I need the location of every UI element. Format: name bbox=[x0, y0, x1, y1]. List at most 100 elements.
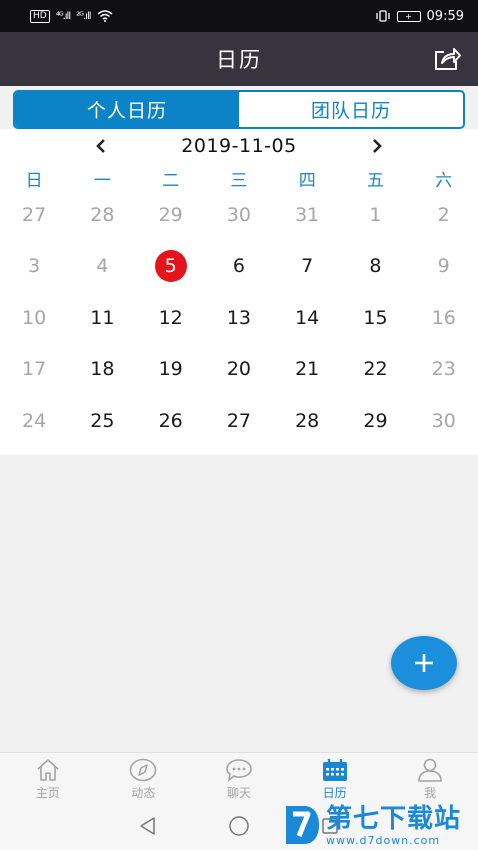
day-number: 8 bbox=[369, 255, 382, 278]
week-row: 27 28 29 30 31 1 2 bbox=[0, 199, 478, 250]
weekday-mon: 一 bbox=[93, 171, 111, 191]
weekday-fri: 五 bbox=[366, 171, 384, 191]
share-button[interactable] bbox=[430, 43, 464, 75]
day-cell[interactable]: 24 bbox=[0, 405, 68, 456]
day-number: 13 bbox=[226, 306, 252, 329]
day-cell[interactable]: 28 bbox=[68, 199, 136, 250]
week-row: 3 4 5 6 7 8 9 bbox=[0, 250, 478, 301]
day-number: 31 bbox=[295, 204, 320, 226]
day-number: 19 bbox=[158, 358, 183, 381]
page-title: 日历 bbox=[216, 48, 262, 72]
signal-4g-icon: ⁴ᴳ.ıll bbox=[55, 10, 71, 22]
day-cell[interactable]: 27 bbox=[0, 199, 68, 250]
day-number: 29 bbox=[158, 204, 183, 226]
back-triangle-icon bbox=[140, 817, 155, 835]
day-number: 6 bbox=[232, 255, 245, 278]
tab-calendar-label: 日历 bbox=[322, 786, 347, 800]
day-cell[interactable]: 3 bbox=[0, 250, 68, 301]
day-number: 3 bbox=[28, 255, 41, 278]
weekday-sun: 日 bbox=[25, 171, 43, 191]
day-number: 20 bbox=[226, 358, 252, 381]
day-number: 25 bbox=[90, 409, 115, 432]
day-cell[interactable]: 29 bbox=[341, 405, 409, 456]
day-cell[interactable]: 2 bbox=[410, 199, 478, 250]
day-cell[interactable]: 30 bbox=[410, 405, 478, 456]
prev-month-button[interactable] bbox=[91, 136, 111, 156]
day-number: 5 bbox=[154, 250, 187, 283]
day-cell[interactable]: 22 bbox=[341, 353, 409, 404]
day-cell[interactable]: 23 bbox=[410, 353, 478, 404]
day-cell[interactable]: 31 bbox=[273, 199, 341, 250]
day-cell[interactable]: 20 bbox=[205, 353, 273, 404]
tab-me-label: 我 bbox=[424, 786, 437, 800]
day-cell[interactable]: 19 bbox=[137, 353, 205, 404]
tab-feed[interactable]: 动态 bbox=[96, 753, 192, 806]
tab-personal-calendar[interactable]: 个人日历 bbox=[15, 92, 239, 127]
day-cell[interactable]: 4 bbox=[68, 250, 136, 301]
day-cell[interactable]: 16 bbox=[410, 302, 478, 353]
day-number: 16 bbox=[431, 306, 456, 329]
day-cell[interactable]: 18 bbox=[68, 353, 136, 404]
chevron-left-icon bbox=[96, 139, 105, 153]
day-cell[interactable]: 29 bbox=[137, 199, 205, 250]
weekday-wed: 三 bbox=[230, 171, 248, 191]
day-cell[interactable]: 10 bbox=[0, 302, 68, 353]
day-cell[interactable]: 21 bbox=[273, 353, 341, 404]
day-cell[interactable]: 7 bbox=[273, 250, 341, 301]
home-circle-icon bbox=[229, 816, 249, 836]
day-cell[interactable]: 12 bbox=[137, 302, 205, 353]
signal-2g-icon: ²ᴳ.ıll bbox=[76, 10, 91, 22]
week-row: 17 18 19 20 21 22 23 bbox=[0, 353, 478, 404]
day-cell[interactable]: 9 bbox=[410, 250, 478, 301]
calendar: 2019-11-05 日 一 二 三 四 五 六 27 28 29 30 31 1 2 3 4 5… bbox=[0, 129, 478, 455]
week-row: 10 11 12 13 14 15 16 bbox=[0, 302, 478, 353]
tab-team-calendar[interactable]: 团队日历 bbox=[239, 92, 463, 127]
day-cell[interactable]: 17 bbox=[0, 353, 68, 404]
day-number: 17 bbox=[22, 358, 47, 381]
next-month-button[interactable] bbox=[367, 136, 387, 156]
nav-home-button[interactable] bbox=[228, 815, 250, 841]
day-cell[interactable]: 6 bbox=[205, 250, 273, 301]
add-event-button[interactable] bbox=[391, 636, 457, 690]
day-cell[interactable]: 26 bbox=[137, 405, 205, 456]
weekday-thu: 四 bbox=[298, 171, 316, 191]
day-cell[interactable]: 1 bbox=[341, 199, 409, 250]
day-cell[interactable]: 30 bbox=[205, 199, 273, 250]
day-cell[interactable]: 28 bbox=[273, 405, 341, 456]
status-time: 09:59 bbox=[426, 8, 464, 24]
person-icon bbox=[418, 758, 442, 782]
day-number: 11 bbox=[90, 306, 115, 329]
tab-home[interactable]: 主页 bbox=[0, 753, 96, 806]
day-number: 9 bbox=[437, 255, 450, 278]
day-number: 30 bbox=[431, 409, 456, 432]
tab-chat[interactable]: 聊天 bbox=[191, 753, 287, 806]
tab-feed-label: 动态 bbox=[131, 786, 156, 800]
watermark-name: 第七下载站 bbox=[326, 803, 462, 834]
day-number: 26 bbox=[158, 409, 183, 432]
plus-icon bbox=[415, 654, 433, 672]
nav-back-button[interactable] bbox=[138, 816, 158, 840]
day-number: 30 bbox=[226, 204, 252, 226]
week-row: 24 25 26 27 28 29 30 bbox=[0, 405, 478, 456]
weekday-tue: 二 bbox=[162, 171, 180, 191]
current-date-label: 2019-11-05 bbox=[181, 135, 297, 157]
tab-me[interactable]: 我 bbox=[382, 753, 478, 806]
day-number: 4 bbox=[96, 255, 109, 278]
day-cell-today[interactable]: 5 bbox=[137, 250, 205, 301]
day-cell[interactable]: 14 bbox=[273, 302, 341, 353]
day-cell[interactable]: 13 bbox=[205, 302, 273, 353]
calendar-icon bbox=[322, 759, 347, 781]
compass-icon bbox=[130, 758, 157, 782]
day-number: 22 bbox=[363, 358, 388, 381]
day-cell[interactable]: 8 bbox=[341, 250, 409, 301]
watermark-url: www.d7down.com bbox=[326, 833, 441, 847]
month-navigation: 2019-11-05 bbox=[0, 129, 478, 163]
day-cell[interactable]: 27 bbox=[205, 405, 273, 456]
day-number: 1 bbox=[369, 204, 382, 226]
hd-badge: HD bbox=[30, 9, 50, 23]
day-cell[interactable]: 15 bbox=[341, 302, 409, 353]
day-cell[interactable]: 25 bbox=[68, 405, 136, 456]
vibrate-icon bbox=[375, 10, 390, 22]
tab-calendar[interactable]: 日历 bbox=[287, 753, 383, 806]
day-cell[interactable]: 11 bbox=[68, 302, 136, 353]
